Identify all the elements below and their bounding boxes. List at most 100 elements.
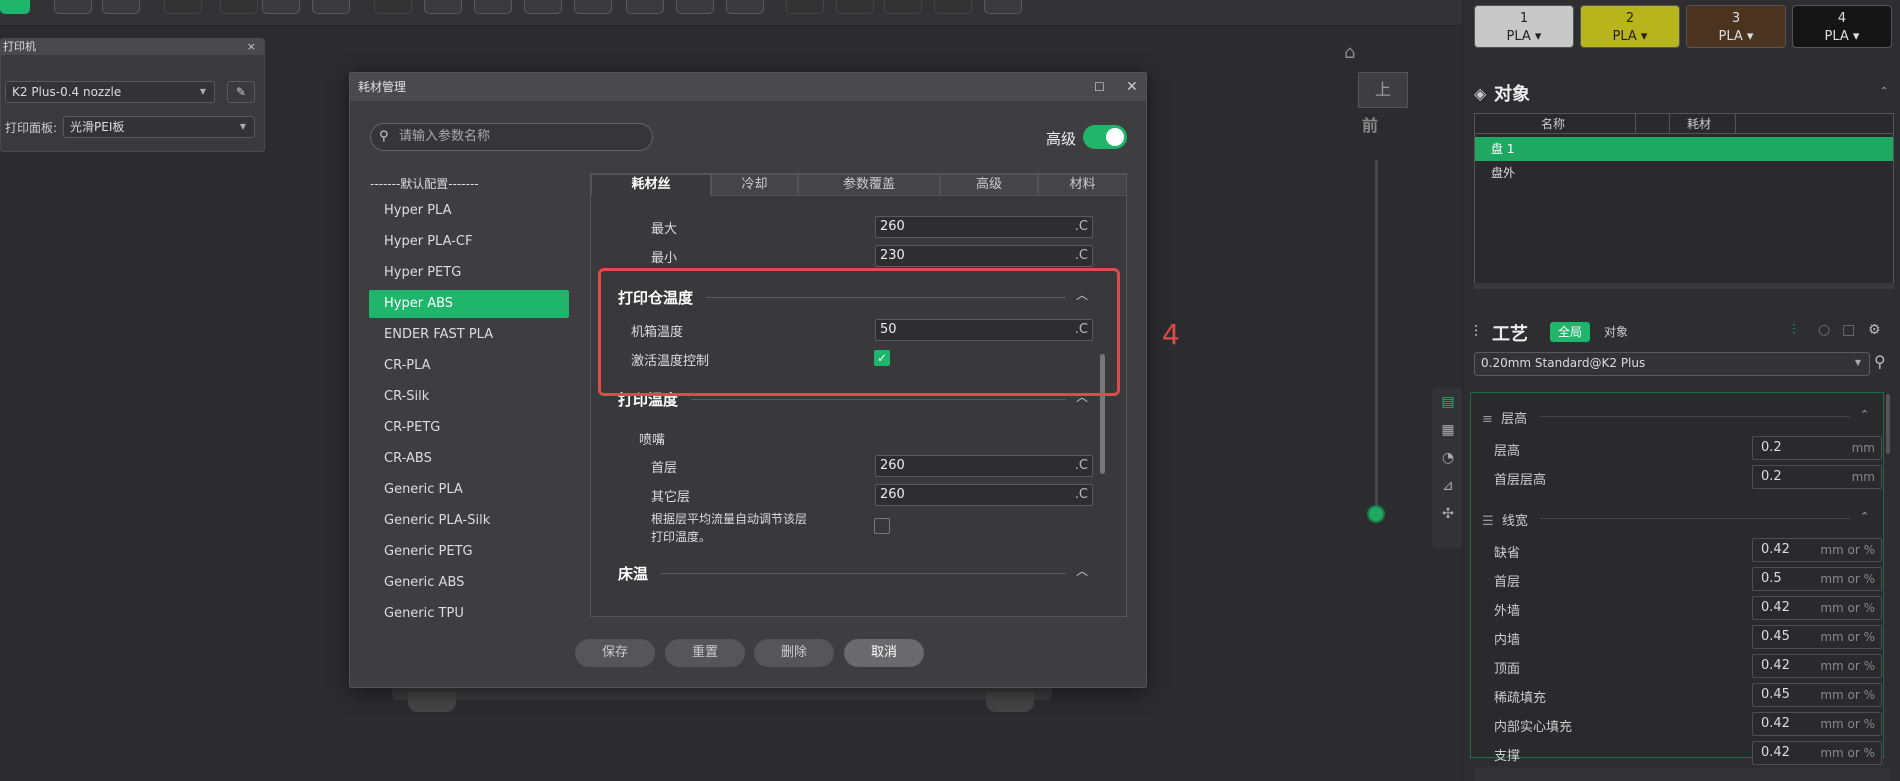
param-input[interactable]: 0.2 mm [1752,465,1882,489]
assembly-icon[interactable] [786,0,824,14]
filament-list-item[interactable]: Generic PLA-Silk [369,507,569,535]
chevron-down-icon: ▼ [1854,358,1861,367]
diamond-icon[interactable] [220,0,258,14]
reset-icon[interactable]: ○ [1818,322,1830,338]
search-input[interactable]: ⚲ 请输入参数名称 [370,123,653,151]
filament-slot[interactable]: 1 PLA ▾ [1474,5,1574,48]
support-icon[interactable] [524,0,562,14]
first-layer-temp-input[interactable]: 260 .C [875,455,1093,477]
filament-slot[interactable]: 3 PLA ▾ [1686,5,1786,48]
filament-list-item[interactable]: Hyper ABS [369,290,569,318]
filament-list-item[interactable]: Hyper PETG [369,259,569,287]
auto-adjust-checkbox[interactable] [874,518,890,534]
filament-list-item[interactable]: CR-PETG [369,414,569,442]
settings-icon[interactable]: ⚙ [1868,322,1881,338]
param-row: 层高 0.2 mm [1494,434,1890,462]
param-input[interactable]: 0.2 mm [1752,436,1882,460]
grid-icon[interactable]: ▦ [1436,422,1460,446]
view-cube-front[interactable]: 前 [1362,112,1378,136]
param-input[interactable]: 0.45 mm or % [1752,625,1882,649]
layer-slider-handle[interactable] [1367,505,1385,523]
reset-button[interactable]: 重置 [665,639,745,667]
h-scrollbar[interactable] [1474,283,1894,289]
slice-icon[interactable] [0,0,30,14]
filament-slot[interactable]: 2 PLA ▾ [1580,5,1680,48]
chevron-up-icon[interactable]: ⌃ [1860,408,1869,421]
table-row[interactable]: 盘外 [1475,161,1893,185]
dialog-title: 耗材管理 [358,80,407,94]
measure-icon[interactable] [726,0,764,14]
param-input[interactable]: 0.5 mm or % [1752,567,1882,591]
filament-list-item[interactable]: Generic ABS [369,569,569,597]
collapse-icon[interactable]: ⌃ [1880,86,1888,97]
cube-icon[interactable] [54,0,92,14]
filament-list-item[interactable]: ENDER FAST PLA [369,321,569,349]
arrange-icon[interactable] [262,0,300,14]
process-preset-select[interactable]: 0.20mm Standard@K2 Plus ▼ [1474,352,1870,376]
seam-icon[interactable] [574,0,612,14]
table-row[interactable]: 盘 1 [1475,137,1893,161]
others-icon[interactable]: ✣ [1436,506,1460,530]
emboss-icon[interactable] [836,0,874,14]
filament-list-item[interactable]: CR-Silk [369,383,569,411]
filament-list-item[interactable]: CR-ABS [369,445,569,473]
close-icon[interactable]: ✕ [1126,73,1138,101]
save-icon[interactable]: □ [1842,322,1855,338]
chevron-up-icon[interactable]: ︿ [1076,562,1088,579]
other-layer-temp-input[interactable]: 260 .C [875,484,1093,506]
support-icon[interactable]: ⊿ [1436,478,1460,502]
filament-list-item[interactable]: Hyper PLA [369,197,569,225]
save-button[interactable]: 保存 [575,639,655,667]
tab-2[interactable]: 参数覆盖 [798,174,940,196]
speed-icon[interactable]: ◔ [1436,450,1460,474]
tab-object[interactable]: 对象 [1596,322,1636,342]
layers-icon[interactable]: ▤ [1436,394,1460,418]
advanced-toggle[interactable] [1083,125,1127,149]
variable-icon[interactable] [934,0,972,14]
printer-select[interactable]: K2 Plus-0.4 nozzle ▼ [5,81,215,103]
param-input[interactable]: 0.42 mm or % [1752,712,1882,736]
brand-icon[interactable] [984,0,1022,14]
scale-icon[interactable] [474,0,512,14]
param-input[interactable]: 0.42 mm or % [1752,538,1882,562]
min-temp-input[interactable]: 230 .C [875,245,1093,267]
compare-icon[interactable]: ⫶ [1792,322,1796,338]
rotate-icon[interactable] [424,0,462,14]
search-icon[interactable]: ⚲ [1874,352,1886,371]
tab-4[interactable]: 材料 [1038,174,1126,196]
maximize-icon[interactable]: ☐ [1094,73,1105,101]
delete-button[interactable]: 删除 [754,639,834,667]
param-input[interactable]: 0.42 mm or % [1752,654,1882,678]
tab-3[interactable]: 高级 [940,174,1038,196]
move-icon[interactable] [374,0,412,14]
close-icon[interactable]: × [247,39,256,55]
lines-icon: ☰ [1482,514,1494,529]
text-icon[interactable] [884,0,922,14]
filament-list-item[interactable]: Generic PLA [369,476,569,504]
plate-icon[interactable] [102,0,140,14]
view-cube-top[interactable]: 上 [1358,72,1408,108]
filament-list-item[interactable]: Generic PETG [369,538,569,566]
param-input[interactable]: 0.42 mm or % [1752,596,1882,620]
max-temp-input[interactable]: 260 .C [875,216,1093,238]
layer-slider-track[interactable] [1375,160,1378,515]
arrow-icon[interactable] [164,0,202,14]
param-input[interactable]: 0.42 mm or % [1752,741,1882,765]
filament-slot[interactable]: 4 PLA ▾ [1792,5,1892,48]
paint-icon[interactable] [676,0,714,14]
home-icon[interactable]: ⌂ [1344,42,1355,63]
chevron-up-icon[interactable]: ⌃ [1860,510,1869,523]
filament-list-item[interactable]: Hyper PLA-CF [369,228,569,256]
param-input[interactable]: 0.45 mm or % [1752,683,1882,707]
tab-1[interactable]: 冷却 [711,174,798,196]
tab-0[interactable]: 耗材丝 [591,174,711,196]
cancel-button[interactable]: 取消 [844,639,924,667]
filament-list-item[interactable]: CR-PLA [369,352,569,380]
tab-global[interactable]: 全局 [1550,322,1591,342]
cut-icon[interactable] [626,0,664,14]
plate-select[interactable]: 光滑PEI板 ▼ [63,116,255,138]
edit-icon[interactable]: ✎ [227,81,255,103]
layout-icon[interactable] [312,0,350,14]
filament-list-item[interactable]: Generic TPU [369,600,569,618]
param-row: 内墙 0.45 mm or % [1494,623,1890,651]
